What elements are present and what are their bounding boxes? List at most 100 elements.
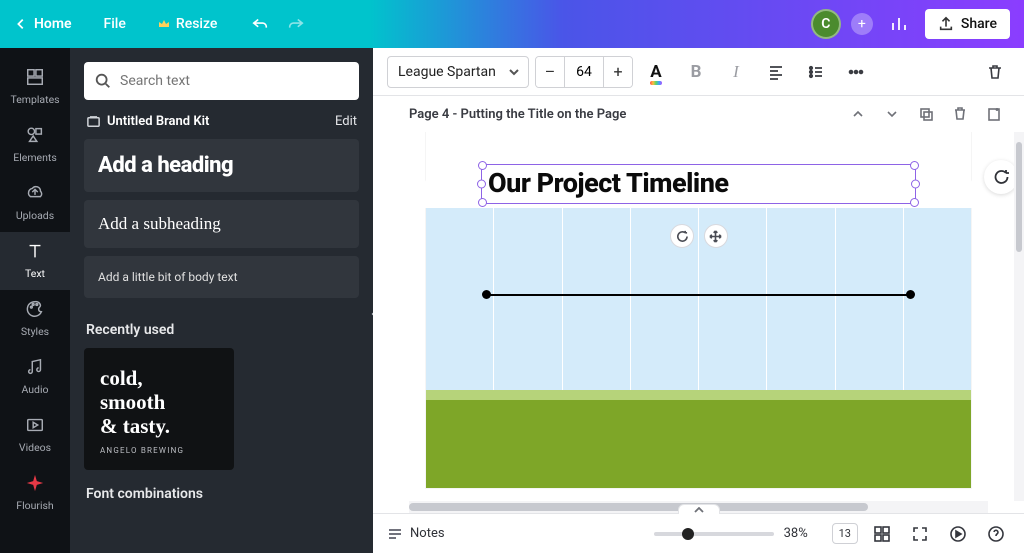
- design-page[interactable]: Our Project Timeline: [426, 132, 971, 488]
- upload-icon: [938, 16, 954, 32]
- title-text-element[interactable]: Our Project Timeline: [481, 164, 916, 204]
- templates-icon: [24, 66, 46, 88]
- page-move-up[interactable]: [848, 104, 868, 124]
- move-handle[interactable]: [704, 224, 728, 248]
- rail-audio-label: Audio: [21, 383, 48, 396]
- grass: [426, 400, 971, 488]
- page-delete[interactable]: [950, 104, 970, 124]
- more-options-button[interactable]: [839, 56, 873, 88]
- page-move-down[interactable]: [882, 104, 902, 124]
- resize-label: Resize: [176, 16, 218, 32]
- notes-icon: [387, 527, 403, 541]
- home-label: Home: [34, 16, 72, 32]
- search-input[interactable]: [120, 73, 349, 89]
- flourish-icon: [24, 472, 46, 494]
- edit-brand-kit[interactable]: Edit: [335, 114, 357, 129]
- title-text[interactable]: Our Project Timeline: [482, 165, 915, 201]
- zoom-percent[interactable]: 38%: [784, 526, 822, 541]
- align-button[interactable]: [759, 56, 793, 88]
- font-size-stepper: – 64 +: [535, 56, 633, 88]
- add-heading-button[interactable]: Add a heading: [84, 139, 359, 192]
- text-panel: Untitled Brand Kit Edit Add a heading Ad…: [70, 48, 373, 553]
- redo-button[interactable]: [285, 13, 307, 35]
- page-add[interactable]: [984, 104, 1004, 124]
- brand-kit-chip[interactable]: Untitled Brand Kit: [86, 114, 209, 129]
- resize-handle-br[interactable]: [910, 198, 919, 207]
- user-avatar[interactable]: C: [811, 9, 841, 39]
- vscroll-thumb[interactable]: [1016, 142, 1022, 252]
- recent-text-style[interactable]: cold, smooth & tasty. ANGELO BREWING: [84, 348, 234, 470]
- text-toolbar: League Spartan – 64 + A B I: [373, 48, 1024, 96]
- uploads-icon: [24, 182, 46, 204]
- text-color-button[interactable]: A: [639, 56, 673, 88]
- page-label: Page 4 - Putting the Title on the Page: [409, 107, 626, 122]
- resize-handle-tr[interactable]: [910, 161, 919, 170]
- bold-button[interactable]: B: [679, 56, 713, 88]
- more-icon: [847, 63, 865, 81]
- rotate-handle[interactable]: [670, 224, 694, 248]
- element-floating-controls: [670, 224, 728, 248]
- rail-templates[interactable]: Templates: [0, 58, 70, 116]
- grid-view-button[interactable]: [868, 520, 896, 548]
- resize-handle-right[interactable]: [911, 180, 920, 189]
- hscroll-thumb[interactable]: [409, 503, 868, 511]
- rail-elements[interactable]: Elements: [0, 116, 70, 174]
- page-duplicate[interactable]: [916, 104, 936, 124]
- zoom-slider-thumb[interactable]: [682, 528, 694, 540]
- refresh-icon: [992, 168, 1010, 186]
- rail-flourish[interactable]: Flourish: [0, 464, 70, 522]
- bold-icon: B: [691, 62, 702, 82]
- zoom-slider[interactable]: [654, 532, 774, 536]
- crown-icon: [158, 18, 170, 30]
- italic-button[interactable]: I: [719, 56, 753, 88]
- font-size-value[interactable]: 64: [564, 57, 604, 87]
- help-button[interactable]: [982, 520, 1010, 548]
- insights-button[interactable]: [883, 8, 915, 40]
- timeline-start-dot: [482, 290, 491, 299]
- fullscreen-button[interactable]: [906, 520, 934, 548]
- notes-button[interactable]: Notes: [387, 526, 445, 541]
- timeline-line[interactable]: [484, 294, 913, 296]
- rail-videos-label: Videos: [19, 441, 51, 454]
- page-drawer-toggle[interactable]: [678, 504, 720, 514]
- file-menu[interactable]: File: [90, 0, 140, 48]
- rail-elements-label: Elements: [13, 151, 57, 164]
- delete-element-button[interactable]: [978, 56, 1012, 88]
- add-subheading-label: Add a subheading: [98, 214, 345, 234]
- rail-uploads[interactable]: Uploads: [0, 174, 70, 232]
- share-button[interactable]: Share: [925, 9, 1010, 39]
- add-subheading-button[interactable]: Add a subheading: [84, 200, 359, 248]
- font-size-increase[interactable]: +: [604, 57, 632, 87]
- add-body-label: Add a little bit of body text: [98, 270, 345, 284]
- rail-styles[interactable]: Styles: [0, 290, 70, 348]
- resize-handle-bl[interactable]: [478, 198, 487, 207]
- resize-handle-tl[interactable]: [478, 161, 487, 170]
- add-body-text-button[interactable]: Add a little bit of body text: [84, 256, 359, 298]
- recently-used-title: Recently used: [86, 322, 357, 338]
- notes-label: Notes: [410, 526, 445, 541]
- text-color-icon: A: [650, 62, 661, 82]
- font-size-decrease[interactable]: –: [536, 57, 564, 87]
- vertical-scrollbar[interactable]: [1014, 132, 1024, 501]
- chevron-left-icon: [14, 17, 28, 31]
- left-nav-rail: Templates Elements Uploads Text Styles A…: [0, 48, 70, 553]
- rail-videos[interactable]: Videos: [0, 406, 70, 464]
- rail-text[interactable]: Text: [0, 232, 70, 290]
- home-button[interactable]: Home: [0, 0, 86, 48]
- search-field[interactable]: [84, 62, 359, 100]
- play-icon: [949, 525, 967, 543]
- regenerate-button[interactable]: [984, 160, 1018, 194]
- resize-handle-left[interactable]: [477, 180, 486, 189]
- present-button[interactable]: [944, 520, 972, 548]
- resize-menu[interactable]: Resize: [144, 0, 232, 48]
- font-family-select[interactable]: League Spartan: [387, 56, 529, 88]
- list-button[interactable]: [799, 56, 833, 88]
- trash-icon: [986, 63, 1004, 81]
- rail-flourish-label: Flourish: [16, 499, 53, 512]
- undo-button[interactable]: [249, 13, 271, 35]
- brand-kit-label: Untitled Brand Kit: [107, 114, 209, 129]
- page-count-chip[interactable]: 13: [832, 523, 858, 544]
- rail-audio[interactable]: Audio: [0, 348, 70, 406]
- add-member-button[interactable]: +: [851, 13, 873, 35]
- grid-icon: [873, 525, 891, 543]
